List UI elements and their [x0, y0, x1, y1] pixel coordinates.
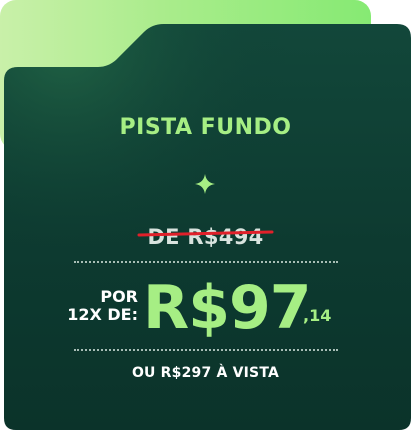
- installment-cents: ,14: [303, 306, 332, 325]
- installment-prefix: POR 12X DE:: [60, 288, 138, 324]
- price-strikethrough: [137, 230, 274, 237]
- cash-price: OU R$297 À VISTA: [131, 365, 280, 381]
- sparkle-icon: [195, 174, 215, 194]
- installment-value: R$97: [143, 273, 311, 343]
- installment-prefix-line2: 12X DE:: [67, 305, 138, 324]
- installment-prefix-line1: POR: [100, 287, 138, 306]
- divider-top: [74, 261, 338, 263]
- divider-bottom: [74, 349, 338, 351]
- pricing-card-stage: PISTA FUNDO DE R$494 POR 12X DE: R$97 ,1…: [0, 0, 411, 430]
- plan-title: PISTA FUNDO: [119, 115, 292, 140]
